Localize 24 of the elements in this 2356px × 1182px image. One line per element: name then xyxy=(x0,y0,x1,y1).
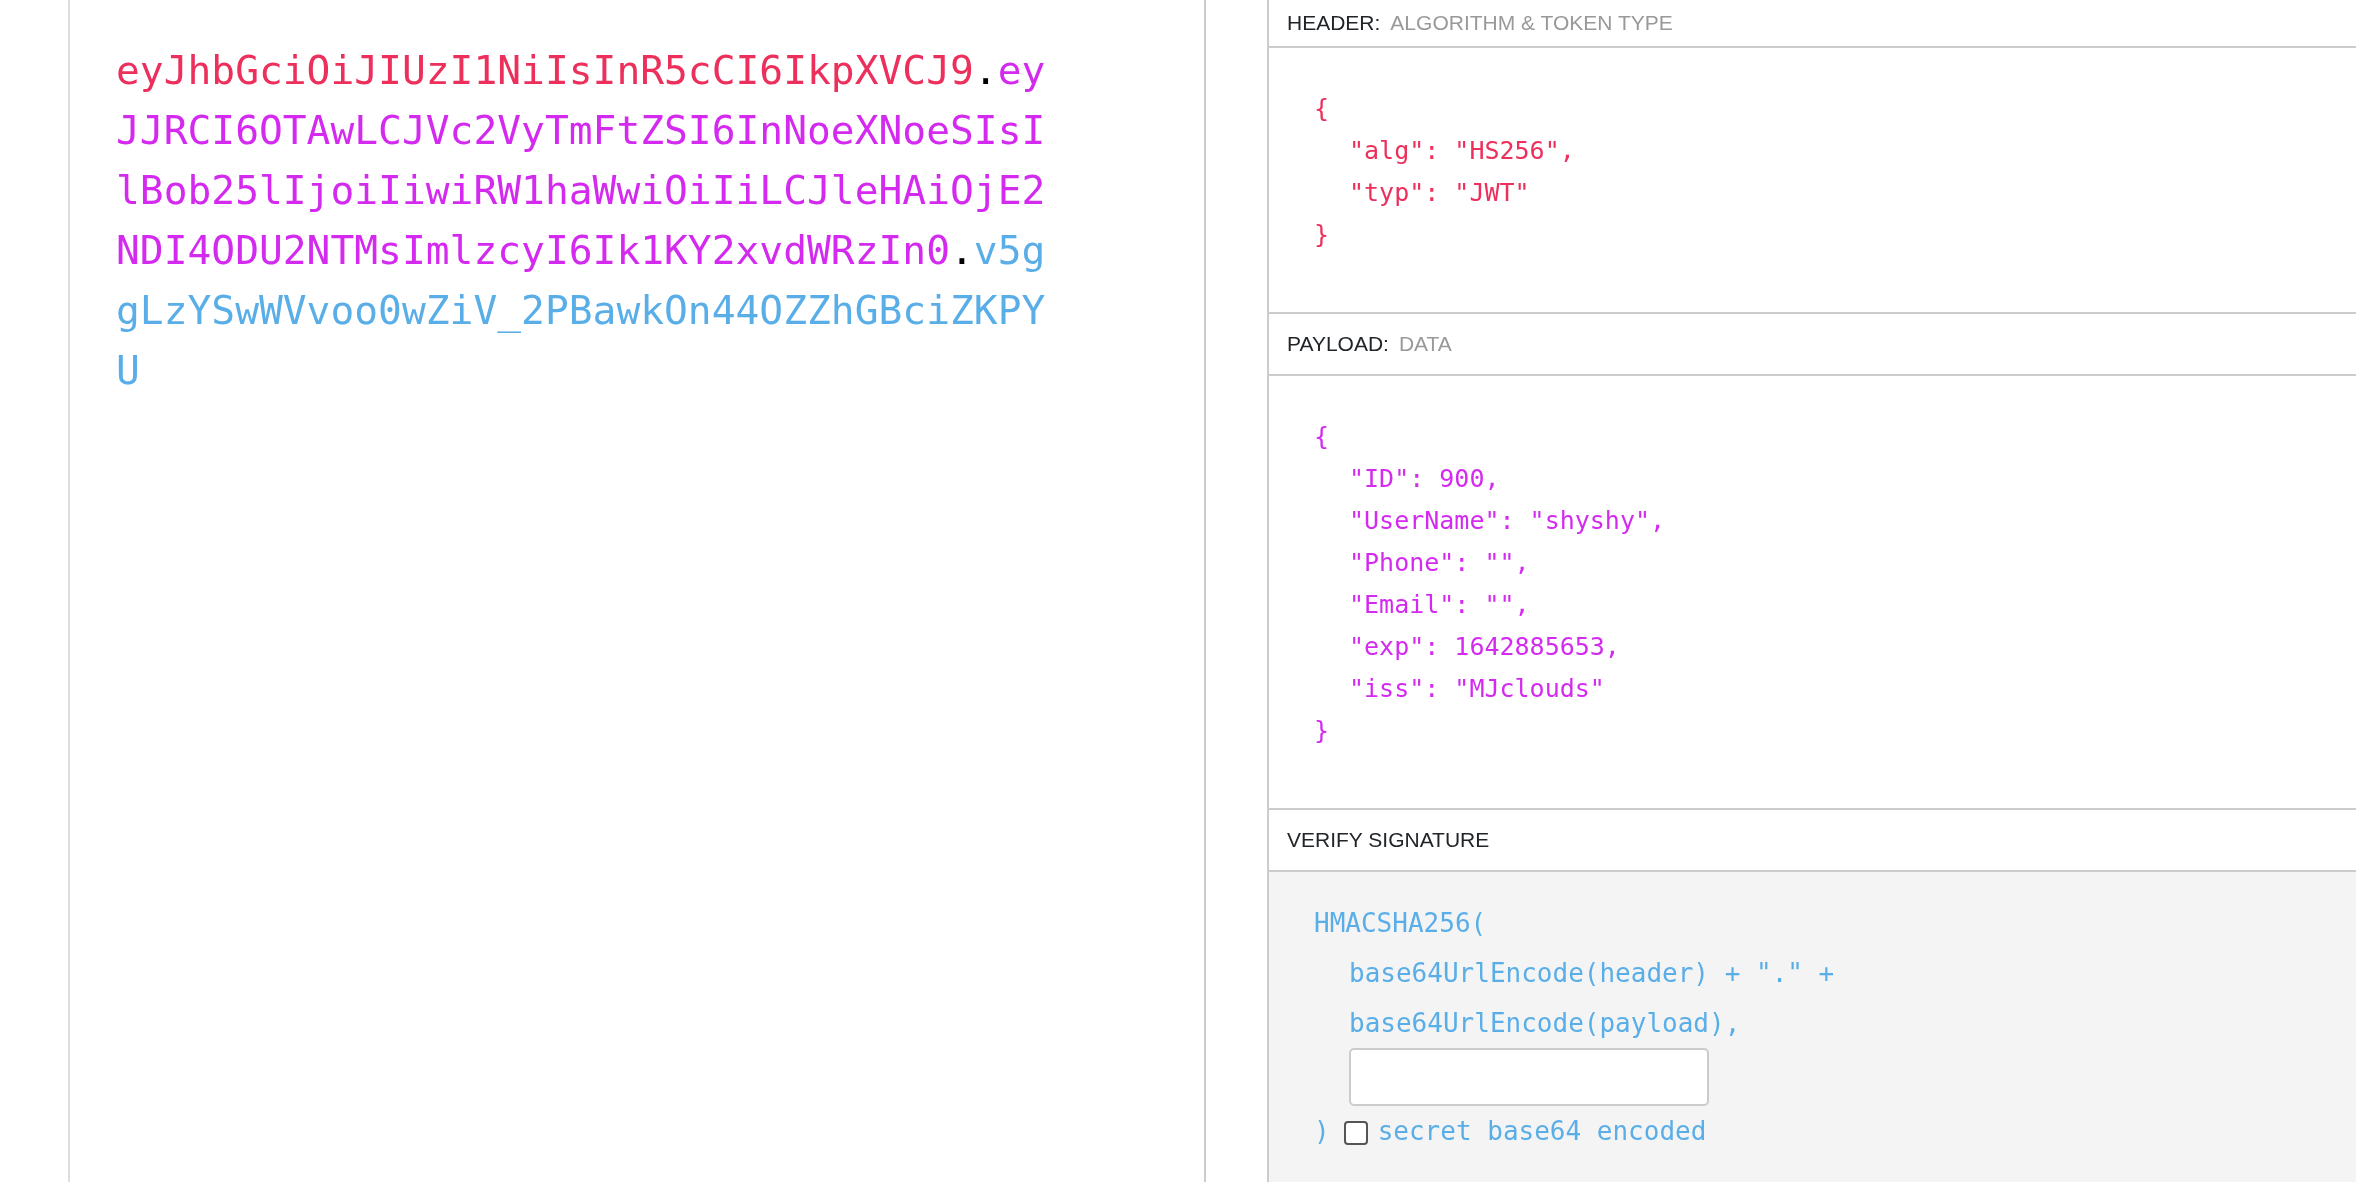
code-line: HMACSHA256( xyxy=(1314,908,1487,938)
checkbox[interactable] xyxy=(1343,1120,1368,1145)
code-line: "typ": "JWT" xyxy=(1349,178,1530,207)
code-line: ) xyxy=(1314,1116,1330,1146)
secret-input-field[interactable] xyxy=(1349,1048,1709,1106)
code-line: "iss": "MJclouds" xyxy=(1349,674,1605,703)
encoded-token[interactable]: eyJhbGciOiJIUzI1NiIsInR5cCI6IkpXVCJ9.eyJJRCI6OTAwLCJVc2VyTmFtZSI6InNoeXNoeSIsIlBob25lIjoiIiwiRW1haWwiOiIiLCJleHAiOjE2NDI4ODU2NTMsImlzcyI6Ik1KY2xvdWRzIn0.v5ggLzYSwWVvoo0wZiV_2PBawkOn44OZZhGBciZKPYU xyxy=(116,40,1046,400)
code-line: "Email": "", xyxy=(1349,590,1530,619)
code-line: "Phone": "", xyxy=(1349,548,1530,577)
code-line: "ID": 900, xyxy=(1349,464,1500,493)
code-line: } xyxy=(1314,716,1330,745)
code-line: "alg": "HS256", xyxy=(1349,136,1575,165)
code-line: base64UrlEncode(header) + "." + xyxy=(1349,958,1835,988)
section-subtitle: ALGORITHM & TOKEN TYPE xyxy=(1390,10,1673,37)
section-title: VERIFY SIGNATURE xyxy=(1287,827,1490,854)
code-line: } xyxy=(1314,220,1330,249)
code-line: "exp": 1642885653, xyxy=(1349,632,1620,661)
section-title: HEADER: xyxy=(1287,10,1381,37)
section-title: PAYLOAD: xyxy=(1287,331,1389,358)
code-line: "UserName": "shyshy", xyxy=(1349,506,1666,535)
code-line: base64UrlEncode(payload), xyxy=(1349,1008,1741,1038)
code-line: { xyxy=(1314,422,1330,451)
section-subtitle: DATA xyxy=(1398,331,1452,358)
code-line: { xyxy=(1314,94,1330,123)
